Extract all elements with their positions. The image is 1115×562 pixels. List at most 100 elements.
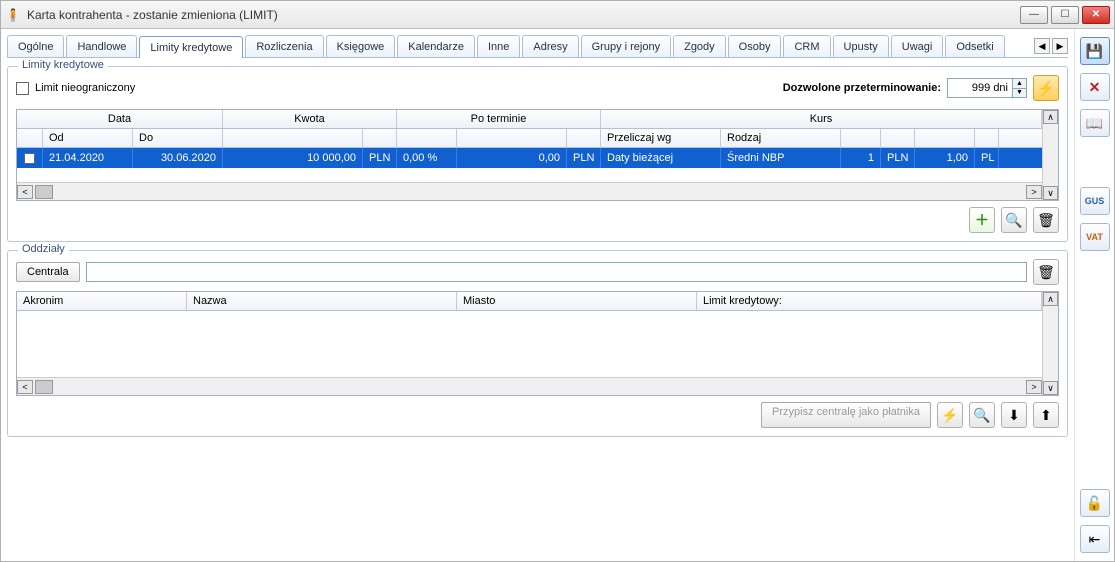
maximize-button[interactable]: ☐: [1051, 6, 1079, 24]
book-button[interactable]: 📖: [1080, 109, 1110, 137]
search-branch-button[interactable]: 🔍: [969, 402, 995, 428]
col-po-terminie[interactable]: Po terminie: [397, 110, 601, 128]
cell-od: 21.04.2020: [43, 148, 133, 168]
search-icon: 🔍: [1005, 212, 1022, 229]
tab-handlowe[interactable]: Handlowe: [66, 35, 137, 57]
tab-ogolne[interactable]: Ogólne: [7, 35, 64, 57]
branches-hscroll-thumb[interactable]: [35, 380, 53, 394]
tab-uwagi[interactable]: Uwagi: [891, 35, 944, 57]
col-limit[interactable]: Limit kredytowy:: [697, 292, 1042, 310]
tab-kalendarze[interactable]: Kalendarze: [397, 35, 475, 57]
tab-nav-right[interactable]: ▶: [1052, 38, 1068, 54]
col-kwota-sub[interactable]: [223, 129, 363, 147]
bolt-button[interactable]: ⚡: [1033, 75, 1059, 101]
tab-rozliczenia[interactable]: Rozliczenia: [245, 35, 323, 57]
col-miasto[interactable]: Miasto: [457, 292, 697, 310]
minimize-button[interactable]: —: [1020, 6, 1048, 24]
hscroll-thumb[interactable]: [35, 185, 53, 199]
col-data-group[interactable]: Data: [17, 110, 223, 128]
search-limit-button[interactable]: 🔍: [1001, 207, 1027, 233]
col-cur4[interactable]: [975, 129, 999, 147]
col-do[interactable]: Do: [133, 129, 223, 147]
col-przeliczaj[interactable]: Przeliczaj wg: [601, 129, 721, 147]
col-proc[interactable]: [397, 129, 457, 147]
doc-out-button[interactable]: ⬆: [1033, 402, 1059, 428]
doc-in-button[interactable]: ⬇: [1001, 402, 1027, 428]
cell-kwota: 10 000,00: [223, 148, 363, 168]
allowed-overdue-label: Dozwolone przeterminowanie:: [783, 82, 941, 94]
tab-adresy[interactable]: Adresy: [522, 35, 578, 57]
save-button[interactable]: 💾: [1080, 37, 1110, 65]
overdue-spin-down[interactable]: ▼: [1012, 89, 1026, 98]
limits-hscroll[interactable]: < >: [17, 182, 1042, 200]
gus-button[interactable]: GUS: [1080, 187, 1110, 215]
overdue-spin-up[interactable]: ▲: [1012, 79, 1026, 89]
tab-osoby[interactable]: Osoby: [728, 35, 782, 57]
chevron-right-icon: ▶: [1057, 41, 1064, 52]
tab-inne[interactable]: Inne: [477, 35, 520, 57]
cell-rodzaj: Średni NBP: [721, 148, 841, 168]
cancel-button[interactable]: ✕: [1080, 73, 1110, 101]
tab-grupy-rejony[interactable]: Grupy i rejony: [581, 35, 671, 57]
centrala-button[interactable]: Centrala: [16, 262, 80, 282]
vscroll-up[interactable]: ∧: [1043, 110, 1058, 124]
tab-ksiegowe[interactable]: Księgowe: [326, 35, 396, 57]
limits-row[interactable]: 21.04.2020 30.06.2020 10 000,00 PLN 0,00…: [17, 148, 1042, 168]
tab-odsetki[interactable]: Odsetki: [945, 35, 1004, 57]
col-nazwa[interactable]: Nazwa: [187, 292, 457, 310]
exit-button[interactable]: ⇤: [1080, 525, 1110, 553]
branches-vscroll-up[interactable]: ∧: [1043, 292, 1058, 306]
assign-button[interactable]: Przypisz centralę jako płatnika: [761, 402, 931, 428]
limits-vscroll[interactable]: ∧ ∨: [1042, 110, 1058, 200]
col-cur3[interactable]: [881, 129, 915, 147]
branches-vscroll[interactable]: ∧ ∨: [1042, 292, 1058, 395]
title-bar: 🧍 Karta kontrahenta - zostanie zmieniona…: [1, 1, 1114, 29]
save-icon: 💾: [1086, 43, 1103, 60]
close-button[interactable]: ✕: [1082, 6, 1110, 24]
chevron-down-icon: ▼: [1016, 89, 1023, 96]
book-icon: 📖: [1086, 115, 1103, 132]
col-akronim[interactable]: Akronim: [17, 292, 187, 310]
plus-icon: ＋: [975, 210, 989, 230]
vat-button[interactable]: VAT: [1080, 223, 1110, 251]
delete-branch-button[interactable]: 🗑: [1033, 259, 1059, 285]
tab-limity-kredytowe[interactable]: Limity kredytowe: [139, 36, 243, 58]
tab-nav-left[interactable]: ◀: [1034, 38, 1050, 54]
branches-hscroll[interactable]: < >: [17, 377, 1042, 395]
vscroll-down[interactable]: ∨: [1043, 186, 1058, 200]
tab-crm[interactable]: CRM: [783, 35, 830, 57]
delete-limit-button[interactable]: 🗑: [1033, 207, 1059, 233]
gus-icon: GUS: [1085, 196, 1105, 206]
limits-group: Limity kredytowe Limit nieograniczony Do…: [7, 66, 1068, 242]
col-cur1[interactable]: [363, 129, 397, 147]
branches-body: [17, 311, 1042, 377]
bolt-button-2[interactable]: ⚡: [937, 402, 963, 428]
trash-icon-2: 🗑: [1037, 264, 1055, 281]
col-rate[interactable]: [915, 129, 975, 147]
tab-upusty[interactable]: Upusty: [833, 35, 889, 57]
centrala-input[interactable]: [86, 262, 1027, 282]
unlimited-checkbox[interactable]: [16, 82, 29, 95]
branches-hscroll-left[interactable]: <: [17, 380, 33, 394]
row-checkbox[interactable]: [24, 153, 35, 164]
branches-legend: Oddziały: [18, 243, 69, 255]
cell-do: 30.06.2020: [133, 148, 223, 168]
col-kurs-group[interactable]: Kurs: [601, 110, 1042, 128]
app-icon: 🧍: [5, 7, 21, 23]
tab-zgody[interactable]: Zgody: [673, 35, 726, 57]
lock-button[interactable]: 🔓: [1080, 489, 1110, 517]
col-cur2[interactable]: [567, 129, 601, 147]
col-check[interactable]: [17, 129, 43, 147]
col-od[interactable]: Od: [43, 129, 133, 147]
hscroll-right[interactable]: >: [1026, 185, 1042, 199]
add-limit-button[interactable]: ＋: [969, 207, 995, 233]
branches-hscroll-right[interactable]: >: [1026, 380, 1042, 394]
allowed-overdue-input[interactable]: 999 dni ▲ ▼: [947, 78, 1027, 98]
col-n[interactable]: [841, 129, 881, 147]
hscroll-left[interactable]: <: [17, 185, 33, 199]
col-rodzaj[interactable]: Rodzaj: [721, 129, 841, 147]
branches-vscroll-down[interactable]: ∨: [1043, 381, 1058, 395]
col-kwota[interactable]: Kwota: [223, 110, 397, 128]
app-window: 🧍 Karta kontrahenta - zostanie zmieniona…: [0, 0, 1115, 562]
col-poterm-sub[interactable]: [457, 129, 567, 147]
